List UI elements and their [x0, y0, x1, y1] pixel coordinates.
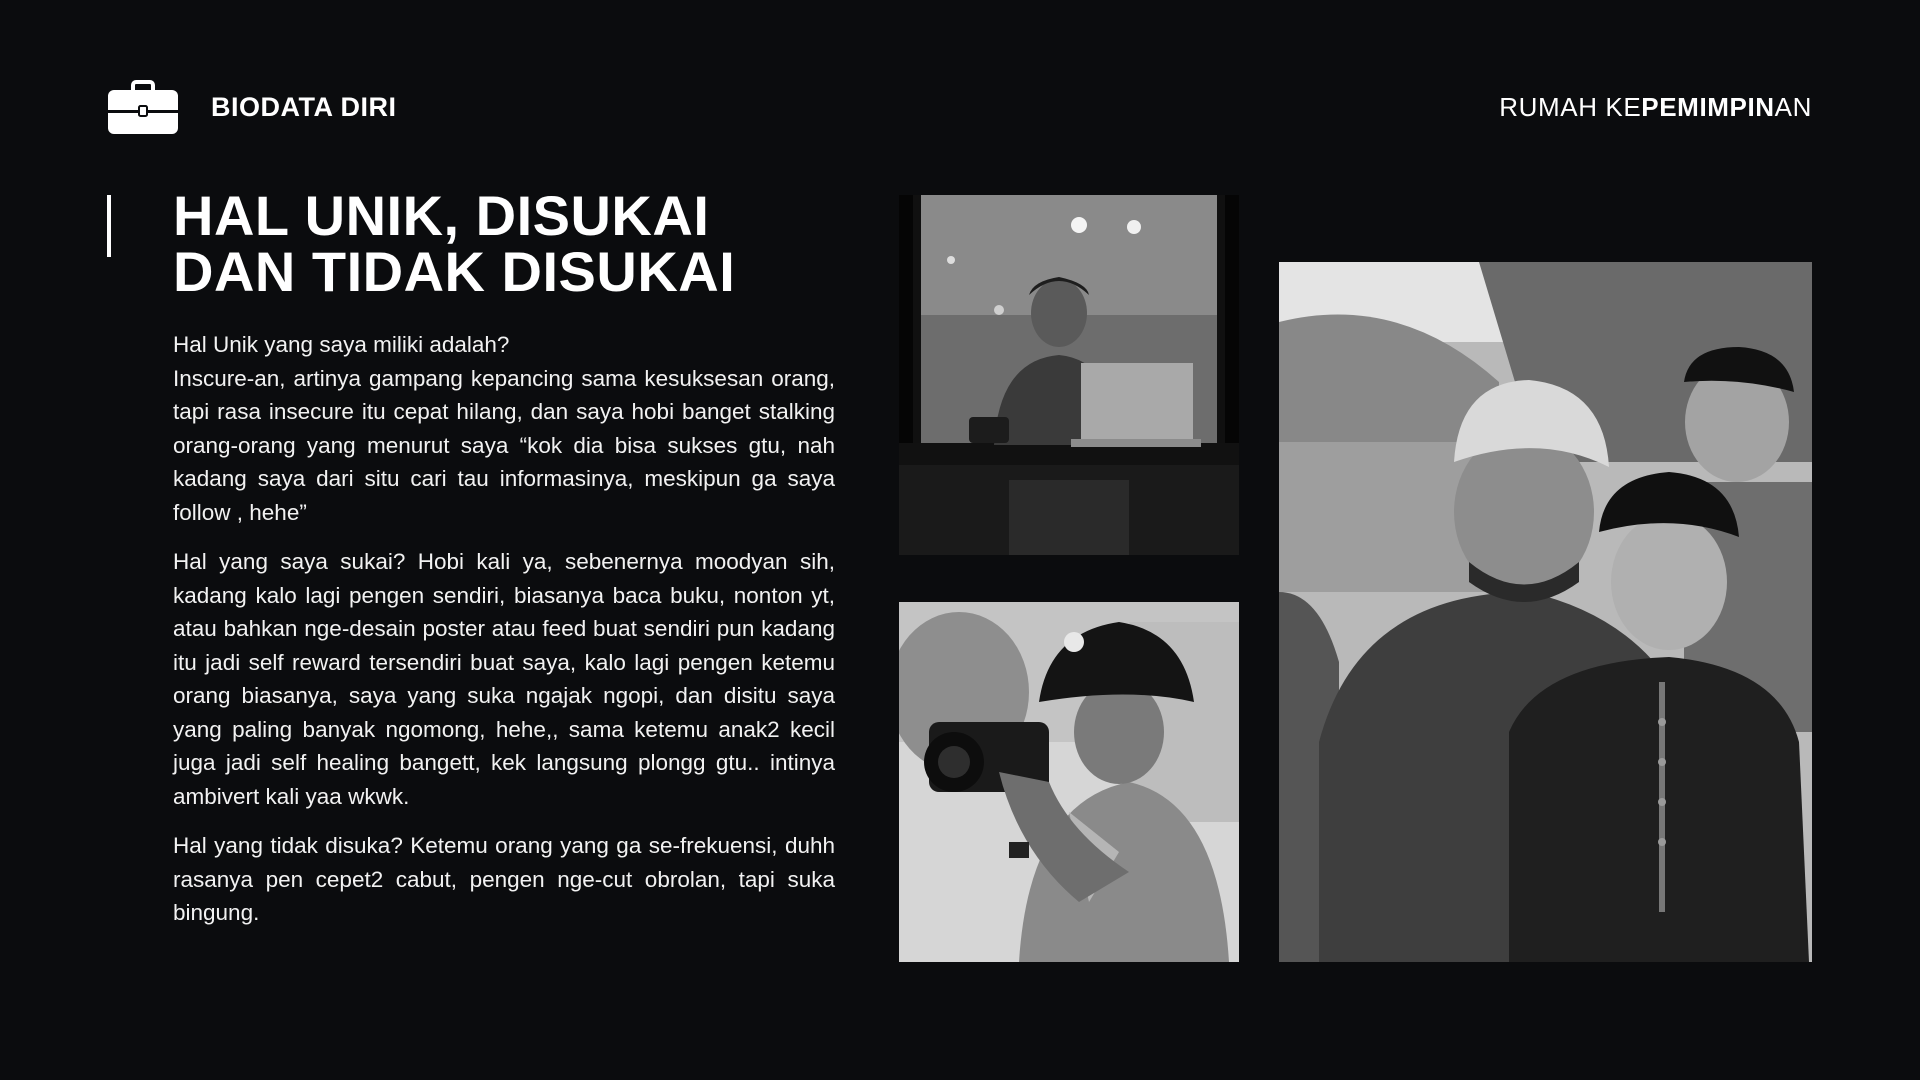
- brand-bold: PEMIMPIN: [1641, 92, 1775, 122]
- briefcase-icon: [107, 80, 179, 136]
- title-line-1: HAL UNIK, DISUKAI: [173, 184, 710, 247]
- unique-paragraph: Hal Unik yang saya miliki adalah? Inscur…: [173, 328, 835, 529]
- brand-prefix: RUMAH KE: [1499, 92, 1642, 122]
- body-text: Hal Unik yang saya miliki adalah? Inscur…: [173, 328, 835, 930]
- title-accent-bar: [107, 195, 111, 257]
- unique-answer: Inscure-an, artinya gampang kepancing sa…: [173, 365, 835, 525]
- dislikes-paragraph: Hal yang tidak disuka? Ketemu orang yang…: [173, 833, 835, 925]
- unique-question: Hal Unik yang saya miliki adalah?: [173, 332, 510, 357]
- page-title: HAL UNIK, DISUKAI DAN TIDAK DISUKAI: [173, 188, 735, 300]
- brand-suffix: AN: [1774, 92, 1812, 122]
- likes-paragraph: Hal yang saya sukai? Hobi kali ya, seben…: [173, 549, 835, 809]
- photo-camera-man: [899, 602, 1239, 962]
- photo-laptop-window: [899, 195, 1239, 555]
- photo-group-children: [1279, 262, 1812, 962]
- brand-name: RUMAH KEPEMIMPINAN: [1499, 92, 1812, 123]
- section-label: BIODATA DIRI: [211, 92, 397, 122]
- title-line-2: DAN TIDAK DISUKAI: [173, 240, 736, 303]
- slide: BIODATA DIRI RUMAH KEPEMIMPINAN HAL UNIK…: [0, 0, 1920, 1080]
